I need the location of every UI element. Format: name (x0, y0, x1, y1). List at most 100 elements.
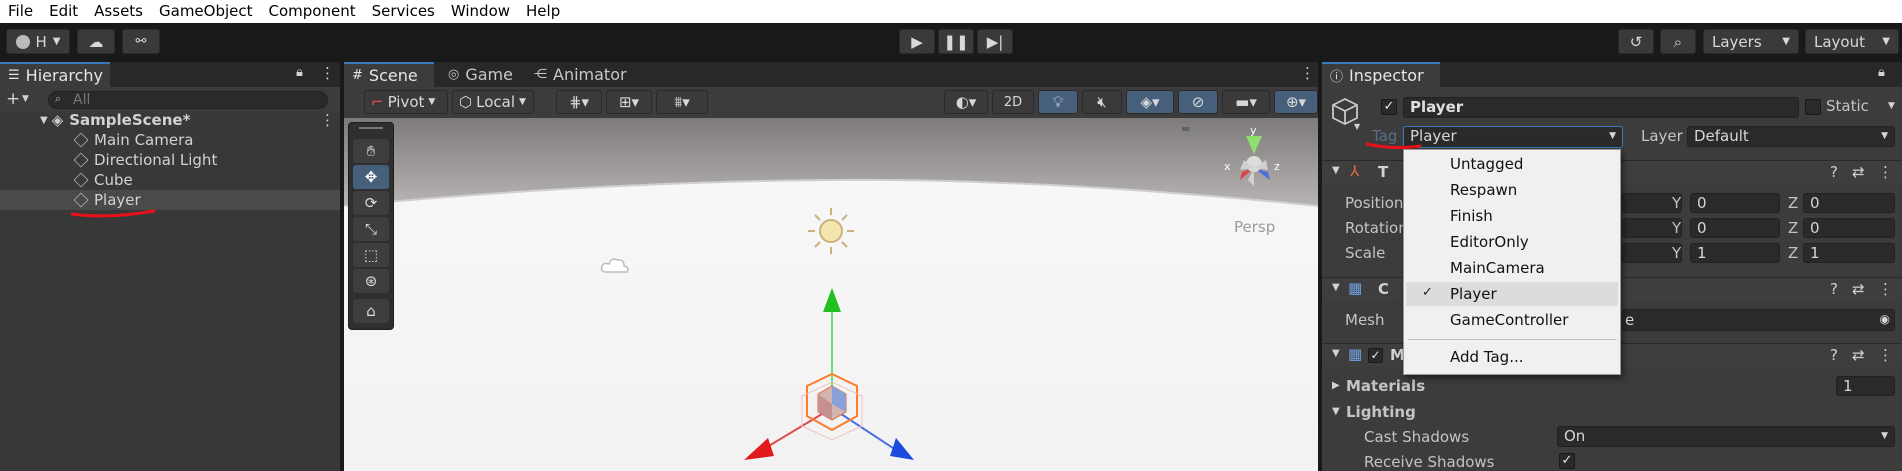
chevron-down-icon[interactable]: ▼ (1354, 122, 1360, 131)
transform-tool-button[interactable]: ⊛ (353, 269, 389, 293)
pause-button[interactable]: ❚❚ (938, 29, 974, 54)
tag-option-maincamera[interactable]: MainCamera (1450, 259, 1545, 277)
custom-tool-button[interactable]: ⌂ (353, 299, 389, 323)
preset-icon[interactable]: ⇄ (1852, 280, 1865, 298)
add-icon[interactable]: + (6, 89, 20, 109)
tag-option-finish[interactable]: Finish (1450, 207, 1493, 225)
list-item-selected[interactable]: Player (0, 190, 340, 210)
layer-dropdown[interactable]: Default ▼ (1687, 126, 1895, 147)
position-y-field[interactable]: 0 (1690, 193, 1780, 213)
lighting-toggle-button[interactable]: 💡︎ (1038, 90, 1078, 114)
scene-row[interactable]: ▼ ◈ SampleScene* ⋮ (0, 110, 340, 130)
menu-services[interactable]: Services (364, 0, 443, 23)
more-icon[interactable]: ⋮ (1300, 64, 1315, 82)
grid-snap-button[interactable]: ⋕▾ (556, 90, 602, 114)
tag-option-respawn[interactable]: Respawn (1450, 181, 1517, 199)
list-item[interactable]: Cube (0, 170, 340, 190)
lighting-label[interactable]: Lighting (1346, 403, 1416, 421)
rect-tool-button[interactable]: ⬚ (353, 243, 389, 267)
object-picker-icon[interactable]: ◉ (1880, 310, 1890, 328)
menu-edit[interactable]: Edit (41, 0, 86, 23)
list-item[interactable]: Main Camera (0, 130, 340, 150)
more-icon[interactable]: ⋮ (1878, 280, 1893, 298)
position-z-field[interactable]: 0 (1803, 193, 1895, 213)
audio-toggle-button[interactable]: 🔇︎ (1082, 90, 1122, 114)
history-button[interactable]: ↺ (1618, 29, 1654, 54)
gizmos-button[interactable]: ⊕▾ (1274, 90, 1318, 114)
add-tag-menu-item[interactable]: Add Tag... (1450, 348, 1524, 366)
tag-option-untagged[interactable]: Untagged (1450, 155, 1523, 173)
preset-icon[interactable]: ⇄ (1852, 163, 1865, 181)
help-icon[interactable]: ? (1830, 346, 1838, 364)
account-button[interactable]: H ▼ (6, 29, 70, 54)
scene-viewport[interactable]: y x z ═ Persp (344, 118, 1318, 471)
tab-inspector[interactable]: ⓘ Inspector (1322, 62, 1440, 87)
lock-icon[interactable]: 🔒︎ (296, 65, 303, 80)
toggle-2d-button[interactable]: 2D (992, 90, 1034, 114)
list-item[interactable]: Directional Light (0, 150, 340, 170)
rotation-y-field[interactable]: 0 (1690, 218, 1780, 238)
transform-gizmo[interactable] (732, 278, 932, 468)
tab-game[interactable]: ◎ Game (440, 62, 520, 87)
menu-file[interactable]: File (0, 0, 41, 23)
menu-component[interactable]: Component (261, 0, 364, 23)
preset-icon[interactable]: ⇄ (1852, 346, 1865, 364)
mesh-field[interactable]: e ◉ (1622, 309, 1895, 331)
search-input[interactable]: ⌕ All (48, 91, 328, 109)
shading-mode-button[interactable]: ◐▾ (944, 90, 988, 114)
menu-assets[interactable]: Assets (86, 0, 151, 23)
more-icon[interactable]: ⋮ (1878, 346, 1893, 364)
tab-hierarchy[interactable]: ☰ Hierarchy (0, 62, 110, 87)
layers-dropdown[interactable]: Layers ▼ (1703, 29, 1799, 54)
materials-label[interactable]: Materials (1346, 377, 1425, 395)
persp-label[interactable]: Persp (1234, 218, 1275, 236)
menu-gameobject[interactable]: GameObject (151, 0, 261, 23)
chevron-down-icon[interactable]: ▼ (22, 94, 29, 104)
more-icon[interactable]: ⋮ (1878, 163, 1893, 181)
scene-visibility-button[interactable]: ⊘ (1178, 90, 1218, 114)
collapsed-arrow-icon[interactable]: ▶ (1332, 380, 1340, 391)
search-button[interactable]: ⌕ (1660, 29, 1696, 54)
lock-icon[interactable]: 🔒︎ (1878, 65, 1885, 80)
step-button[interactable]: ▶| (977, 29, 1013, 54)
menu-window[interactable]: Window (443, 0, 518, 23)
enabled-checkbox[interactable]: ✓ (1368, 348, 1383, 363)
menu-help[interactable]: Help (518, 0, 568, 23)
help-icon[interactable]: ? (1830, 280, 1838, 298)
help-icon[interactable]: ? (1830, 163, 1838, 181)
tag-dropdown[interactable]: Player ▼ (1403, 126, 1623, 148)
tag-option-gamecontroller[interactable]: GameController (1450, 311, 1568, 329)
rotation-z-field[interactable]: 0 (1803, 218, 1895, 238)
snap-increment-button[interactable]: ⊞▾ (606, 90, 652, 114)
materials-count-field[interactable]: 1 (1836, 376, 1895, 396)
local-dropdown[interactable]: ⬡ Local ▼ (452, 90, 534, 114)
scale-tool-button[interactable]: ⤡ (353, 217, 389, 241)
scale-z-field[interactable]: 1 (1803, 243, 1895, 263)
tag-option-editoronly[interactable]: EditorOnly (1450, 233, 1529, 251)
tab-animator[interactable]: ⋲ Animator (526, 62, 636, 87)
drag-handle-icon[interactable]: ═ (1182, 122, 1189, 136)
effects-toggle-button[interactable]: ◈▾ (1126, 90, 1174, 114)
hand-tool-button[interactable]: ✋︎ (353, 139, 389, 163)
move-tool-button[interactable]: ✥ (353, 165, 389, 189)
expand-arrow-icon[interactable]: ▼ (1332, 406, 1340, 417)
chevron-down-icon[interactable]: ▼ (1888, 101, 1895, 111)
more-icon[interactable]: ⋮ (320, 64, 335, 82)
more-icon[interactable]: ⋮ (320, 111, 335, 129)
camera-settings-button[interactable]: ▬▾ (1222, 90, 1270, 114)
scale-y-field[interactable]: 1 (1690, 243, 1780, 263)
object-name-field[interactable]: Player (1403, 97, 1799, 118)
cloud-button[interactable]: ☁ (77, 29, 115, 54)
directional-light-icon[interactable] (806, 206, 856, 256)
tab-scene[interactable]: # Scene (344, 62, 434, 87)
cast-shadows-dropdown[interactable]: On ▼ (1557, 426, 1895, 447)
static-checkbox[interactable] (1805, 99, 1821, 115)
layout-dropdown[interactable]: Layout ▼ (1805, 29, 1899, 54)
collab-button[interactable]: ⚯ (122, 29, 160, 54)
play-button[interactable]: ▶ (899, 29, 935, 54)
receive-shadows-checkbox[interactable]: ✓ (1559, 453, 1575, 469)
active-checkbox[interactable]: ✓ (1381, 99, 1397, 115)
grid-visibility-button[interactable]: ⩩▾ (656, 90, 708, 114)
orientation-gizmo[interactable]: y x z (1210, 124, 1300, 204)
tag-option-player[interactable]: Player (1450, 285, 1497, 303)
